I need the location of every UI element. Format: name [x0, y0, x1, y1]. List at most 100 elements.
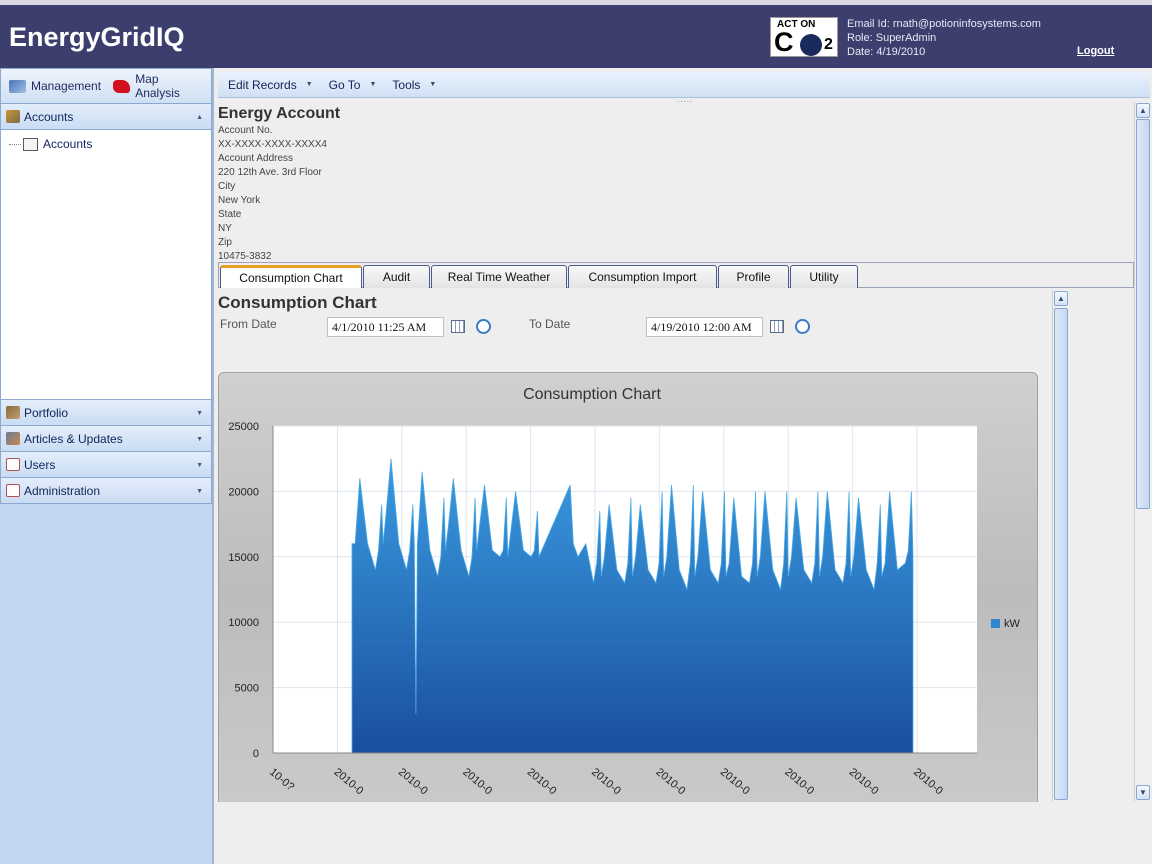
- current-date: Date: 4/19/2010: [847, 46, 926, 58]
- tab-real-time-weather[interactable]: Real Time Weather: [431, 265, 567, 288]
- account-no-value: XX-XXXX-XXXX-XXXX4: [218, 139, 327, 150]
- clock-icon[interactable]: [476, 319, 491, 334]
- clock-icon[interactable]: [795, 319, 810, 334]
- users-label: Users: [24, 457, 56, 472]
- management-link[interactable]: Management: [9, 79, 101, 93]
- scroll-thumb[interactable]: [1136, 119, 1150, 509]
- page-scrollbar[interactable]: ▲ ▼: [1134, 102, 1150, 802]
- y-tick-label: 0: [253, 748, 259, 760]
- tab-strip: Consumption Chart Audit Real Time Weathe…: [218, 262, 1134, 288]
- left-navigation: Management Map Analysis Accounts ▲ Accou…: [0, 68, 214, 864]
- x-tick-label: 2010-0: [847, 766, 881, 797]
- accounts-header-label: Accounts: [24, 109, 74, 124]
- city-label: City: [218, 181, 236, 192]
- address-value: 220 12th Ave. 3rd Floor: [218, 167, 322, 178]
- to-date-label: To Date: [529, 317, 571, 331]
- nav-top-bar: Management Map Analysis: [0, 68, 212, 104]
- x-tick-label: 10-0?: [267, 766, 296, 793]
- tab-utility[interactable]: Utility: [790, 265, 858, 288]
- usa-map-icon: [113, 79, 131, 93]
- logo-text-sub: 2: [824, 36, 833, 53]
- scroll-thumb[interactable]: [1054, 308, 1068, 800]
- tab-audit[interactable]: Audit: [363, 265, 430, 288]
- expand-arrow-icon: ▼: [196, 436, 203, 443]
- administration-panel-header[interactable]: Administration ▼: [0, 478, 212, 504]
- y-tick-label: 20000: [228, 486, 259, 498]
- tools-menu[interactable]: Tools ▼: [392, 78, 436, 92]
- scroll-down-icon[interactable]: ▼: [1136, 785, 1150, 800]
- scroll-up-icon[interactable]: ▲: [1136, 103, 1150, 118]
- app-title: EnergyGridIQ: [9, 22, 185, 52]
- management-label: Management: [31, 79, 102, 93]
- section-heading: Consumption Chart: [218, 293, 377, 312]
- map-analysis-link[interactable]: Map Analysis: [113, 72, 199, 100]
- portfolio-panel-header[interactable]: Portfolio ▼: [0, 400, 212, 426]
- tools-label: Tools: [392, 77, 421, 92]
- chevron-down-icon: ▼: [429, 81, 437, 88]
- expand-arrow-icon: ▼: [196, 410, 203, 417]
- account-details: Energy Account Account No. XX-XXXX-XXXX-…: [218, 104, 340, 264]
- legend-swatch: [991, 619, 1000, 628]
- articles-panel-header[interactable]: Articles & Updates ▼: [0, 426, 212, 452]
- users-panel-header[interactable]: Users ▼: [0, 452, 212, 478]
- administration-label: Administration: [24, 483, 101, 498]
- tab-consumption-chart[interactable]: Consumption Chart: [220, 265, 362, 288]
- tab-profile[interactable]: Profile: [718, 265, 789, 288]
- to-date-input[interactable]: 4/19/2010 12:00 AM: [646, 317, 763, 337]
- chevron-down-icon: ▼: [305, 81, 313, 88]
- state-value: NY: [218, 223, 232, 234]
- x-tick-label: 2010-0: [460, 766, 494, 797]
- tree-connector: [9, 143, 21, 145]
- from-date-input[interactable]: 4/1/2010 11:25 AM: [327, 317, 444, 337]
- address-label: Account Address: [218, 153, 294, 164]
- calendar-icon[interactable]: [451, 320, 465, 333]
- edit-records-menu[interactable]: Edit Records ▼: [228, 78, 313, 92]
- calendar-icon[interactable]: [770, 320, 784, 333]
- collapse-arrow-icon: ▲: [196, 114, 203, 121]
- x-tick-label: 2010-0: [396, 766, 430, 797]
- from-date-label: From Date: [220, 317, 277, 331]
- splitter-grip[interactable]: .....: [677, 95, 693, 104]
- act-on-co2-logo: ACT ON C 2: [770, 17, 838, 57]
- x-tick-label: 2010-0: [718, 766, 752, 797]
- edit-records-label: Edit Records: [228, 77, 297, 92]
- expand-arrow-icon: ▼: [196, 488, 203, 495]
- account-title: Energy Account: [218, 105, 341, 122]
- city-value: New York: [218, 195, 261, 206]
- account-card-icon: [23, 137, 38, 151]
- footprint-icon: [800, 34, 822, 56]
- go-to-menu[interactable]: Go To ▼: [329, 78, 377, 92]
- portfolio-label: Portfolio: [24, 405, 69, 420]
- app-header: EnergyGridIQ ACT ON C 2 Email Id: rnath@…: [0, 0, 1152, 68]
- tree-item-accounts[interactable]: Accounts: [9, 137, 92, 151]
- chart-title: Consumption Chart: [523, 386, 661, 403]
- go-to-label: Go To: [328, 77, 361, 92]
- expand-arrow-icon: ▼: [196, 462, 203, 469]
- state-label: State: [218, 209, 242, 220]
- x-tick-label: 2010-0: [589, 766, 623, 797]
- logout-link[interactable]: Logout: [1077, 45, 1114, 57]
- x-tick-label: 2010-0: [911, 766, 945, 797]
- tab-consumption-import[interactable]: Consumption Import: [568, 265, 717, 288]
- map-analysis-label: Map Analysis: [135, 72, 180, 100]
- x-tick-label: 2010-0: [782, 766, 816, 797]
- chart-scrollbar[interactable]: ▲: [1052, 290, 1068, 802]
- x-tick-label: 2010-0: [525, 766, 559, 797]
- y-tick-label: 5000: [235, 683, 259, 695]
- chevron-down-icon: ▼: [369, 81, 377, 88]
- accounts-icon: [6, 110, 20, 123]
- management-icon: [9, 79, 26, 93]
- scroll-up-icon[interactable]: ▲: [1054, 291, 1068, 306]
- users-icon: [6, 458, 20, 471]
- consumption-chart: Consumption Chart 0 5000 10000 15000 20000 250…: [228, 386, 1020, 797]
- x-tick-label: 2010-0: [331, 766, 365, 797]
- user-email: Email Id: rnath@potioninfosystems.com: [847, 18, 1041, 30]
- chart-container: Consumption Chart 0 5000 10000 15000 20000 250…: [218, 372, 1038, 802]
- user-info: Email Id: rnath@potioninfosystems.com Ro…: [847, 17, 1041, 59]
- accounts-panel-header[interactable]: Accounts ▲: [0, 104, 212, 130]
- tree-item-label: Accounts: [43, 137, 93, 151]
- y-tick-label: 10000: [228, 617, 259, 629]
- accounts-panel-body: Accounts: [0, 130, 212, 400]
- y-tick-label: 15000: [228, 552, 259, 564]
- articles-icon: [6, 432, 20, 445]
